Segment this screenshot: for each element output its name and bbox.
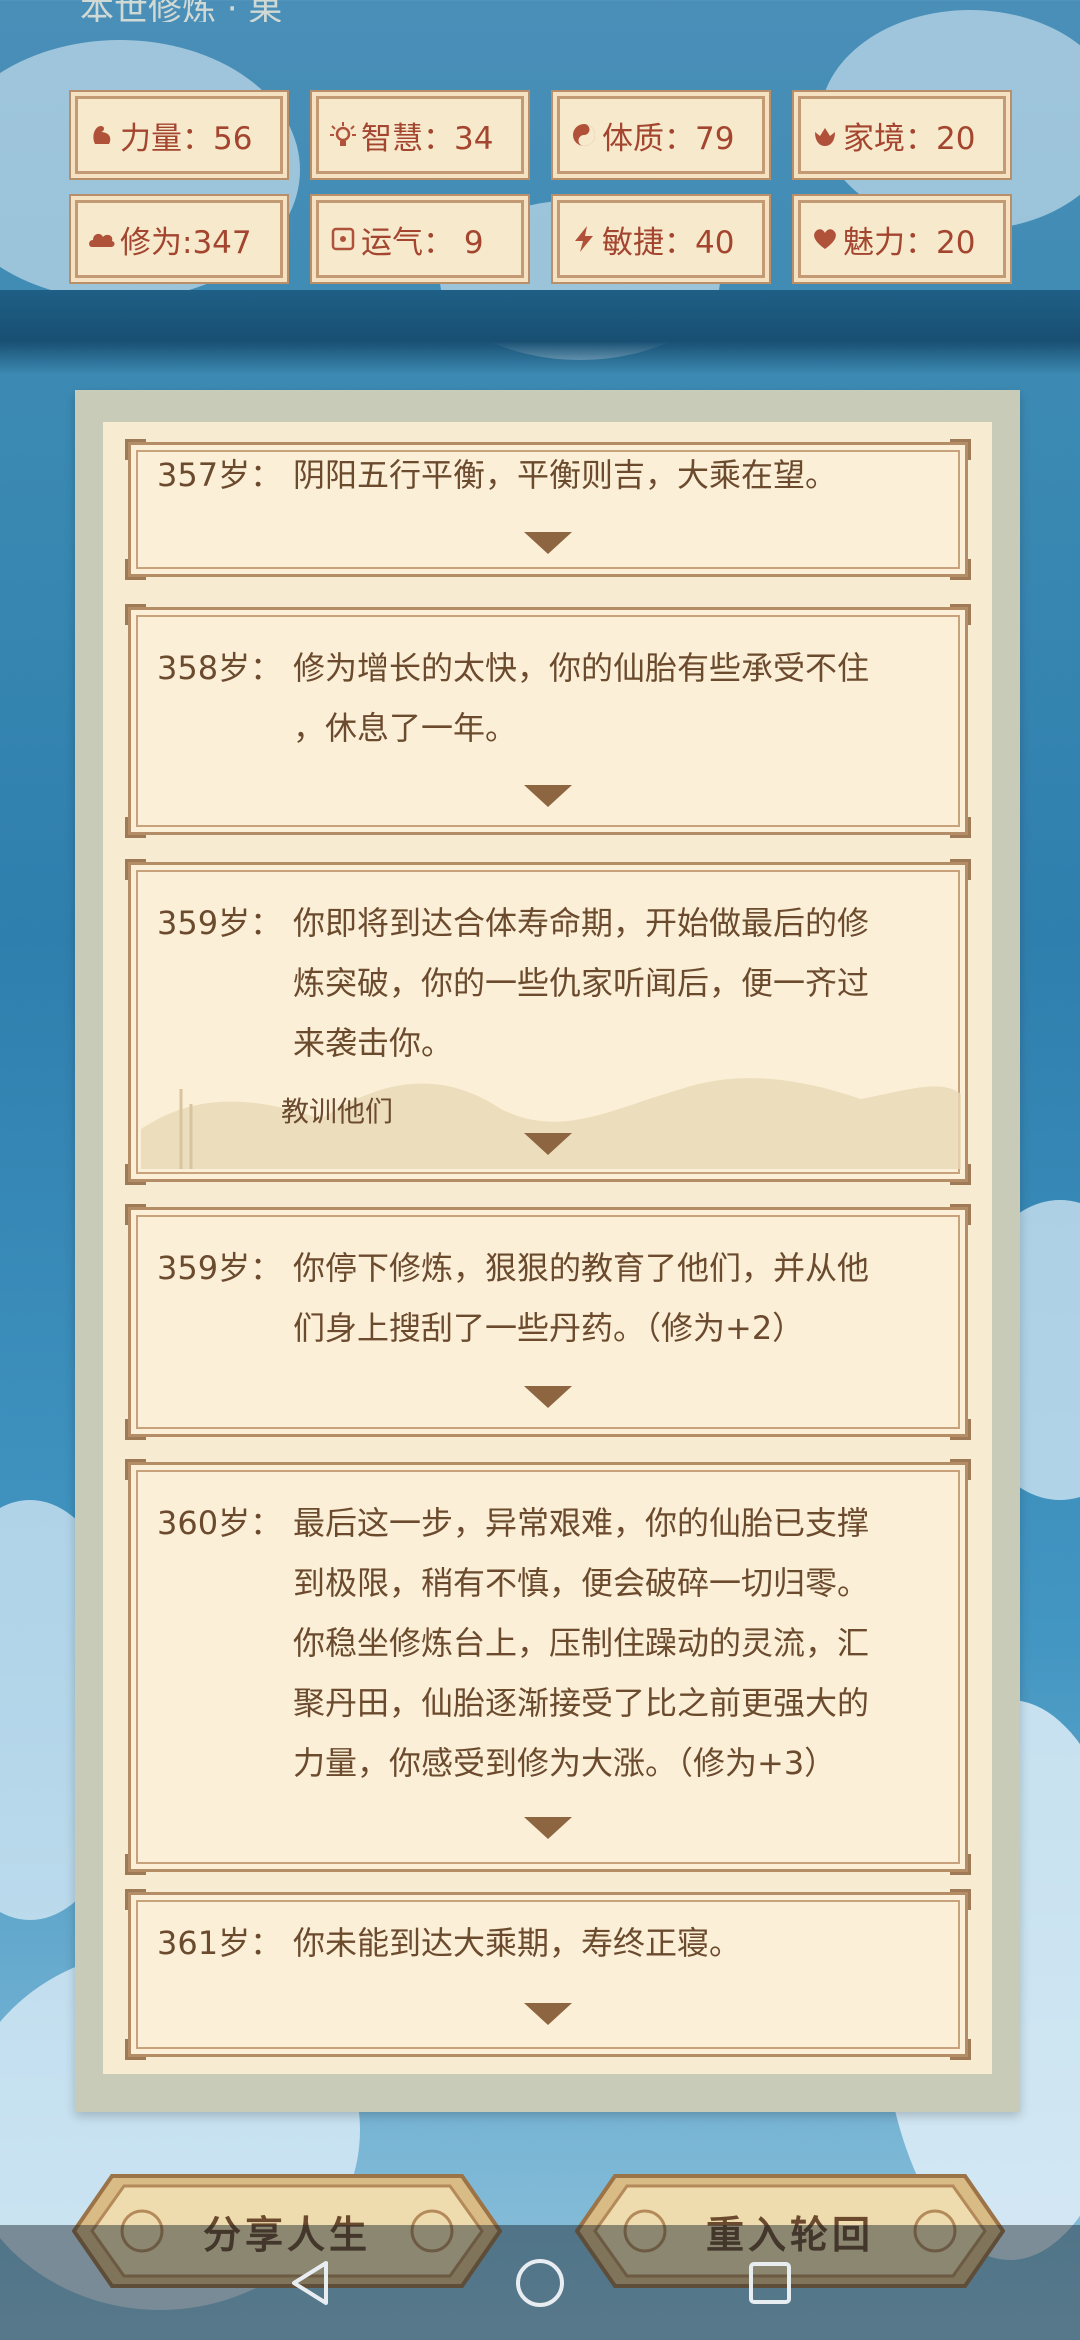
family-icon bbox=[809, 119, 841, 151]
stat-label: 敏捷：40 bbox=[602, 224, 735, 261]
header-partial-text: 本世修炼 ‧ 果 bbox=[80, 0, 283, 22]
expand-arrow-icon[interactable] bbox=[524, 1386, 572, 1408]
stat-label: 力量：56 bbox=[120, 120, 253, 157]
expand-arrow-icon[interactable] bbox=[524, 1133, 572, 1155]
luck-icon bbox=[327, 223, 359, 255]
recents-icon[interactable] bbox=[695, 2225, 845, 2340]
event-text: 修为增长的太快，你的仙胎有些承受不住 bbox=[293, 649, 870, 687]
stat-label: 修为:347 bbox=[120, 224, 252, 261]
stat-charm: 魅力：20 bbox=[798, 200, 1006, 278]
event-text: 来袭击你。 bbox=[293, 1024, 454, 1062]
event-age: 359岁： bbox=[157, 1249, 283, 1287]
event-text: 阴阳五行平衡，平衡则吉，大乘在望。 bbox=[293, 456, 838, 494]
expand-arrow-icon[interactable] bbox=[524, 532, 572, 554]
life-events-panel: 357岁： 阴阳五行平衡，平衡则吉，大乘在望。 358岁： 修为增长的太快，你的… bbox=[75, 390, 1020, 2112]
stat-label: 智慧：34 bbox=[361, 120, 494, 157]
agility-icon bbox=[568, 223, 600, 255]
event-card: 361岁： 你未能到达大乘期，寿终正寝。 bbox=[125, 1889, 971, 2060]
brush-stroke-band bbox=[0, 290, 1080, 375]
stat-strength: 力量：56 bbox=[75, 96, 283, 174]
event-text: 你停下修炼，狠狠的教育了他们，并从他 bbox=[293, 1249, 870, 1287]
stat-family: 家境：20 bbox=[798, 96, 1006, 174]
event-text: 们身上搜刮了一些丹药。（修为+2） bbox=[293, 1309, 805, 1347]
wisdom-icon bbox=[327, 119, 359, 151]
event-text: ，休息了一年。 bbox=[293, 709, 518, 747]
charm-icon bbox=[809, 223, 841, 255]
expand-arrow-icon[interactable] bbox=[524, 2003, 572, 2025]
events-scroll-area[interactable]: 357岁： 阴阳五行平衡，平衡则吉，大乘在望。 358岁： 修为增长的太快，你的… bbox=[103, 422, 992, 2074]
stat-label: 运气： 9 bbox=[361, 224, 484, 261]
stat-luck: 运气： 9 bbox=[316, 200, 524, 278]
stat-constitution: 体质：79 bbox=[557, 96, 765, 174]
system-navigation-bar bbox=[0, 2225, 1080, 2340]
choice-option[interactable]: 教训他们 bbox=[281, 1090, 393, 1130]
event-card: 359岁： 你停下修炼，狠狠的教育了他们，并从他 们身上搜刮了一些丹药。（修为+… bbox=[125, 1204, 971, 1440]
event-text: 聚丹田，仙胎逐渐接受了比之前更强大的 bbox=[293, 1684, 870, 1722]
event-card: 358岁： 修为增长的太快，你的仙胎有些承受不住 ，休息了一年。 bbox=[125, 604, 971, 838]
event-text: 炼突破，你的一些仇家听闻后，便一齐过 bbox=[293, 964, 870, 1002]
stat-label: 魅力：20 bbox=[843, 224, 976, 261]
event-text: 你即将到达合体寿命期，开始做最后的修 bbox=[293, 904, 870, 942]
back-icon[interactable] bbox=[235, 2225, 385, 2340]
event-age: 357岁： bbox=[157, 456, 283, 494]
event-text: 到极限，稍有不慎，便会破碎一切归零。 bbox=[293, 1564, 870, 1602]
event-card: 357岁： 阴阳五行平衡，平衡则吉，大乘在望。 bbox=[125, 439, 971, 580]
event-card: 359岁： 你即将到达合体寿命期，开始做最后的修 炼突破，你的一些仇家听闻后，便… bbox=[125, 859, 971, 1185]
cultivation-icon bbox=[86, 223, 118, 255]
stat-cultivation: 修为:347 bbox=[75, 200, 283, 278]
home-icon[interactable] bbox=[465, 2225, 615, 2340]
expand-arrow-icon[interactable] bbox=[524, 1817, 572, 1839]
stat-agility: 敏捷：40 bbox=[557, 200, 765, 278]
event-text: 你稳坐修炼台上，压制住躁动的灵流，汇 bbox=[293, 1624, 870, 1662]
event-age: 359岁： bbox=[157, 904, 283, 942]
expand-arrow-icon[interactable] bbox=[524, 785, 572, 807]
event-card: 360岁： 最后这一步，异常艰难，你的仙胎已支撑 到极限，稍有不慎，便会破碎一切… bbox=[125, 1459, 971, 1875]
event-age: 360岁： bbox=[157, 1504, 283, 1542]
event-age: 358岁： bbox=[157, 649, 283, 687]
stat-label: 体质：79 bbox=[602, 120, 735, 157]
event-text: 最后这一步，异常艰难，你的仙胎已支撑 bbox=[293, 1504, 870, 1542]
event-age: 361岁： bbox=[157, 1924, 283, 1962]
constitution-icon bbox=[568, 119, 600, 151]
event-text: 力量，你感受到修为大涨。（修为+3） bbox=[293, 1744, 837, 1782]
stat-wisdom: 智慧：34 bbox=[316, 96, 524, 174]
stat-label: 家境：20 bbox=[843, 120, 976, 157]
event-text: 你未能到达大乘期，寿终正寝。 bbox=[293, 1924, 742, 1962]
strength-icon bbox=[86, 119, 118, 151]
